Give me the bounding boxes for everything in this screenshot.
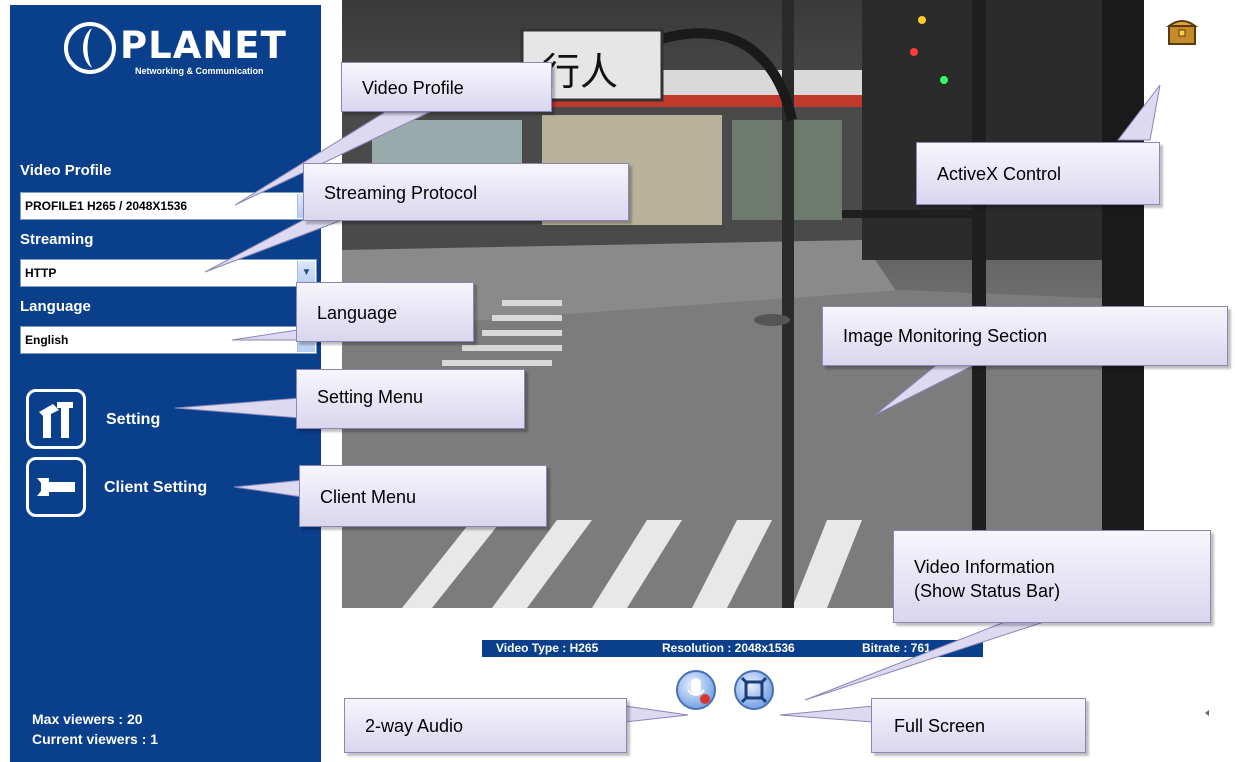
microphone-icon: [687, 678, 710, 704]
max-viewers: Max viewers : 20: [32, 711, 143, 727]
scroll-marker: [1205, 710, 1209, 716]
language-select[interactable]: English ▼: [20, 326, 317, 354]
wrench-icon: [26, 457, 86, 517]
callout-client-menu: Client Menu: [299, 465, 547, 527]
fullscreen-icon: [740, 676, 768, 704]
callout-setting-menu: Setting Menu: [296, 369, 525, 429]
language-value: English: [25, 333, 69, 347]
callout-full-screen: Full Screen: [871, 698, 1086, 753]
video-profile-label: Video Profile: [20, 162, 112, 179]
streaming-label: Streaming: [20, 231, 94, 248]
logo-tagline: Networking & Communication: [135, 66, 264, 76]
client-setting-menu-item[interactable]: Client Setting: [26, 457, 276, 521]
sidebar: PLANET Networking & Communication Video …: [10, 5, 321, 762]
microphone-button[interactable]: [676, 670, 716, 710]
client-setting-label: Client Setting: [104, 479, 208, 496]
callout-activex-control: ActiveX Control: [916, 142, 1160, 205]
status-resolution: Resolution : 2048x1536: [662, 641, 795, 655]
callout-video-info-line1: Video Information: [914, 557, 1055, 577]
logo-brand: PLANET: [120, 24, 287, 67]
callout-video-info-line2: (Show Status Bar): [914, 581, 1061, 601]
fullscreen-button[interactable]: [734, 670, 774, 710]
video-profile-select[interactable]: PROFILE1 H265 / 2048X1536 ▼: [20, 192, 317, 220]
callout-streaming-protocol: Streaming Protocol: [303, 163, 629, 221]
callout-image-monitoring: Image Monitoring Section: [822, 306, 1228, 366]
activex-control-icon[interactable]: [1166, 16, 1198, 46]
callout-video-profile: Video Profile: [341, 62, 552, 112]
status-bitrate: Bitrate : 761: [862, 641, 931, 655]
callout-language: Language: [296, 282, 474, 342]
planet-logo-icon: [64, 22, 116, 74]
status-video-type: Video Type : H265: [496, 641, 599, 655]
planet-logo: PLANET Networking & Communication: [62, 20, 286, 80]
current-viewers: Current viewers : 1: [32, 731, 159, 747]
setting-menu-item[interactable]: Setting: [26, 389, 276, 453]
video-status-bar: Video Type : H265 Resolution : 2048x1536…: [482, 640, 983, 657]
setting-label: Setting: [106, 411, 161, 428]
language-label: Language: [20, 298, 91, 315]
callout-two-way-audio: 2-way Audio: [344, 698, 627, 753]
video-profile-value: PROFILE1 H265 / 2048X1536: [25, 199, 188, 213]
sign-text: 行人: [542, 50, 618, 94]
streaming-select[interactable]: HTTP ▼: [20, 259, 317, 287]
tools-icon: [26, 389, 86, 449]
streaming-value: HTTP: [25, 266, 57, 280]
callout-video-information: Video Information (Show Status Bar): [893, 530, 1211, 623]
